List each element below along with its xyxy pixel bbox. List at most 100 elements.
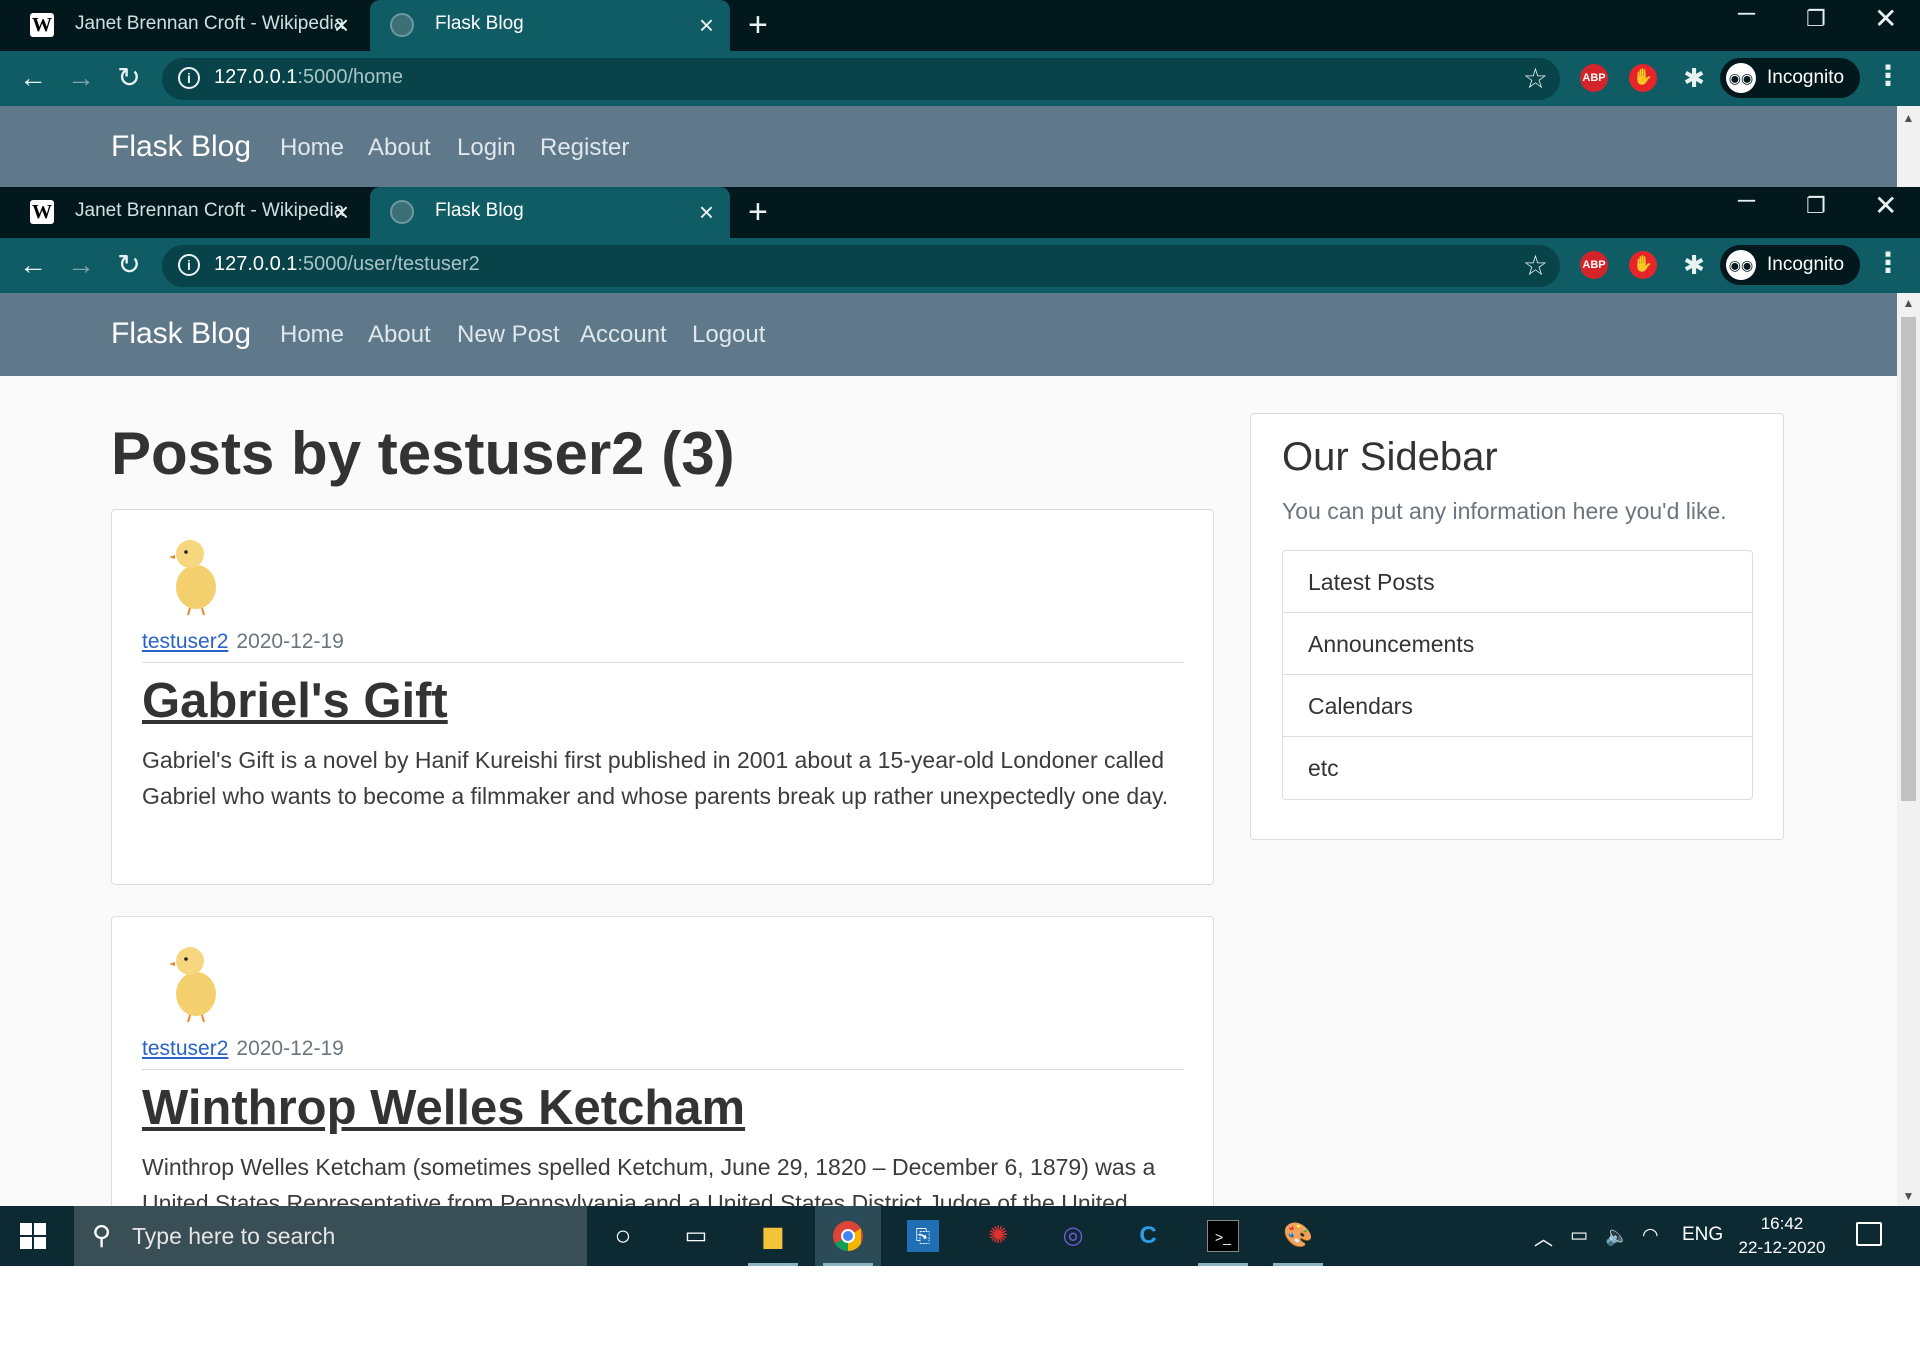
scroll-up-icon[interactable]: ▲	[1897, 293, 1920, 313]
wifi-icon[interactable]: ◠	[1642, 1224, 1659, 1247]
tab-label: Flask Blog	[435, 200, 524, 221]
incognito-badge[interactable]: ◉◉ Incognito	[1720, 58, 1860, 98]
nav-home[interactable]: Home	[280, 321, 344, 349]
bookmark-star-icon[interactable]: ☆	[1523, 249, 1548, 282]
stop-hand-icon[interactable]: ✋	[1629, 251, 1657, 279]
minimize-icon[interactable]: ─	[1738, 0, 1755, 28]
sidebar-item-calendars[interactable]: Calendars	[1283, 675, 1752, 737]
scroll-down-icon[interactable]: ▼	[1897, 1186, 1920, 1206]
task-view-icon[interactable]: ▭	[663, 1206, 729, 1266]
windows-start-icon[interactable]	[20, 1223, 46, 1249]
kebab-menu-icon[interactable]: ⋮	[1874, 246, 1902, 279]
avatar[interactable]	[166, 939, 226, 1023]
close-icon[interactable]: ×	[699, 10, 714, 41]
nav-home[interactable]: Home	[280, 134, 344, 162]
adblock-plus-icon[interactable]: ABP	[1580, 251, 1608, 279]
nav-login[interactable]: Login	[457, 134, 516, 162]
post-date: 2020-12-19	[236, 1037, 344, 1060]
chrome-icon[interactable]	[815, 1206, 881, 1266]
incognito-badge[interactable]: ◉◉ Incognito	[1720, 245, 1860, 285]
taskbar-clock[interactable]: 16:42 22-12-2020	[1722, 1212, 1842, 1260]
sidebar-item-etc[interactable]: etc	[1283, 737, 1752, 799]
navbar-brand[interactable]: Flask Blog	[111, 317, 251, 351]
address-bar[interactable]: i 127.0.0.1:5000/home ☆	[162, 58, 1560, 100]
address-bar[interactable]: i 127.0.0.1:5000/user/testuser2 ☆	[162, 245, 1560, 287]
stop-hand-icon[interactable]: ✋	[1629, 64, 1657, 92]
extensions-puzzle-icon[interactable]: ✱	[1677, 61, 1711, 95]
close-icon[interactable]: ×	[334, 197, 349, 228]
adblock-plus-icon[interactable]: ABP	[1580, 64, 1608, 92]
close-window-icon[interactable]: ✕	[1874, 2, 1897, 35]
sidebar-text: You can put any information here you'd l…	[1282, 498, 1727, 524]
page-title: Posts by testuser2 (3)	[111, 420, 735, 487]
post-meta: testuser2 2020-12-19	[142, 1037, 344, 1061]
post-date: 2020-12-19	[236, 630, 344, 653]
forward-icon[interactable]: →	[64, 248, 98, 282]
app-icon[interactable]: ◎	[1040, 1206, 1106, 1266]
nav-logout[interactable]: Logout	[692, 321, 765, 349]
close-icon[interactable]: ×	[334, 10, 349, 41]
scrollbar[interactable]: ▲	[1897, 106, 1920, 187]
divider	[142, 1069, 1184, 1070]
remote-desktop-icon[interactable]: ⎘	[890, 1206, 956, 1266]
tab-strip: W Janet Brennan Croft - Wikipedia × Flas…	[0, 0, 1920, 51]
reload-icon[interactable]: ↻	[112, 248, 146, 282]
extensions-puzzle-icon[interactable]: ✱	[1677, 248, 1711, 282]
cortana-icon[interactable]: ○	[590, 1206, 656, 1266]
taskbar-search-input[interactable]: ⚲ Type here to search	[74, 1206, 587, 1266]
nav-new-post[interactable]: New Post	[457, 321, 560, 349]
nav-about[interactable]: About	[368, 321, 431, 349]
sidebar-list: Latest Posts Announcements Calendars etc	[1282, 550, 1753, 800]
back-icon[interactable]: ←	[16, 248, 50, 282]
restore-icon[interactable]: ❐	[1806, 193, 1826, 219]
tab-wikipedia[interactable]: W Janet Brennan Croft - Wikipedia ×	[10, 0, 365, 51]
scrollbar-thumb[interactable]	[1901, 317, 1916, 801]
url-text: 127.0.0.1:5000/home	[214, 66, 404, 88]
kebab-menu-icon[interactable]: ⋮	[1874, 59, 1902, 92]
file-explorer-icon[interactable]: ▆	[740, 1206, 806, 1266]
terminal-icon[interactable]: >_	[1190, 1206, 1256, 1266]
paint-icon[interactable]: 🎨	[1265, 1206, 1331, 1266]
sidebar-item-announcements[interactable]: Announcements	[1283, 613, 1752, 675]
post-card: testuser2 2020-12-19 Gabriel's Gift Gabri…	[111, 509, 1214, 885]
back-icon[interactable]: ←	[16, 61, 50, 95]
info-icon[interactable]: i	[178, 254, 200, 276]
new-tab-icon[interactable]: +	[748, 193, 768, 232]
post-author-link[interactable]: testuser2	[142, 630, 228, 653]
close-icon[interactable]: ×	[699, 197, 714, 228]
ccleaner-icon[interactable]: C	[1115, 1206, 1181, 1266]
browser-toolbar: ← → ↻ i 127.0.0.1:5000/user/testuser2 ☆ …	[0, 238, 1920, 293]
scroll-up-icon[interactable]: ▲	[1897, 108, 1920, 128]
nav-account[interactable]: Account	[580, 321, 667, 349]
language-indicator[interactable]: ENG	[1682, 1224, 1723, 1246]
screen: W Janet Brennan Croft - Wikipedia × Flas…	[0, 0, 1920, 1346]
tab-label: Flask Blog	[435, 13, 524, 34]
bookmark-star-icon[interactable]: ☆	[1523, 62, 1548, 95]
new-tab-icon[interactable]: +	[748, 6, 768, 45]
antivirus-icon[interactable]: ✺	[965, 1206, 1031, 1266]
restore-icon[interactable]: ❐	[1806, 6, 1826, 32]
reload-icon[interactable]: ↻	[112, 61, 146, 95]
volume-icon[interactable]: 🔈	[1605, 1224, 1629, 1248]
tab-flask-blog[interactable]: Flask Blog ×	[370, 0, 730, 51]
tab-wikipedia[interactable]: W Janet Brennan Croft - Wikipedia ×	[10, 187, 365, 238]
navbar-brand[interactable]: Flask Blog	[111, 130, 251, 164]
sidebar-item-latest-posts[interactable]: Latest Posts	[1283, 551, 1752, 613]
notification-icon[interactable]	[1856, 1222, 1882, 1246]
windows-taskbar: ⚲ Type here to search ○ ▭ ▆ ⎘ ✺ ◎ C >_ 🎨…	[0, 1206, 1920, 1266]
close-window-icon[interactable]: ✕	[1874, 189, 1897, 222]
scrollbar[interactable]: ▲ ▼	[1897, 293, 1920, 1206]
tab-flask-blog[interactable]: Flask Blog ×	[370, 187, 730, 238]
info-icon[interactable]: i	[178, 67, 200, 89]
post-title-link[interactable]: Winthrop Welles Ketcham	[142, 1080, 745, 1136]
forward-icon[interactable]: →	[64, 61, 98, 95]
nav-register[interactable]: Register	[540, 134, 629, 162]
post-author-link[interactable]: testuser2	[142, 1037, 228, 1060]
nav-about[interactable]: About	[368, 134, 431, 162]
minimize-icon[interactable]: ─	[1738, 187, 1755, 215]
chevron-up-icon[interactable]: ︿	[1534, 1224, 1553, 1251]
avatar[interactable]	[166, 532, 226, 616]
battery-icon[interactable]: ▭	[1570, 1224, 1588, 1247]
post-title-link[interactable]: Gabriel's Gift	[142, 673, 448, 729]
post-card: testuser2 2020-12-19 Winthrop Welles Ketc…	[111, 916, 1214, 1206]
